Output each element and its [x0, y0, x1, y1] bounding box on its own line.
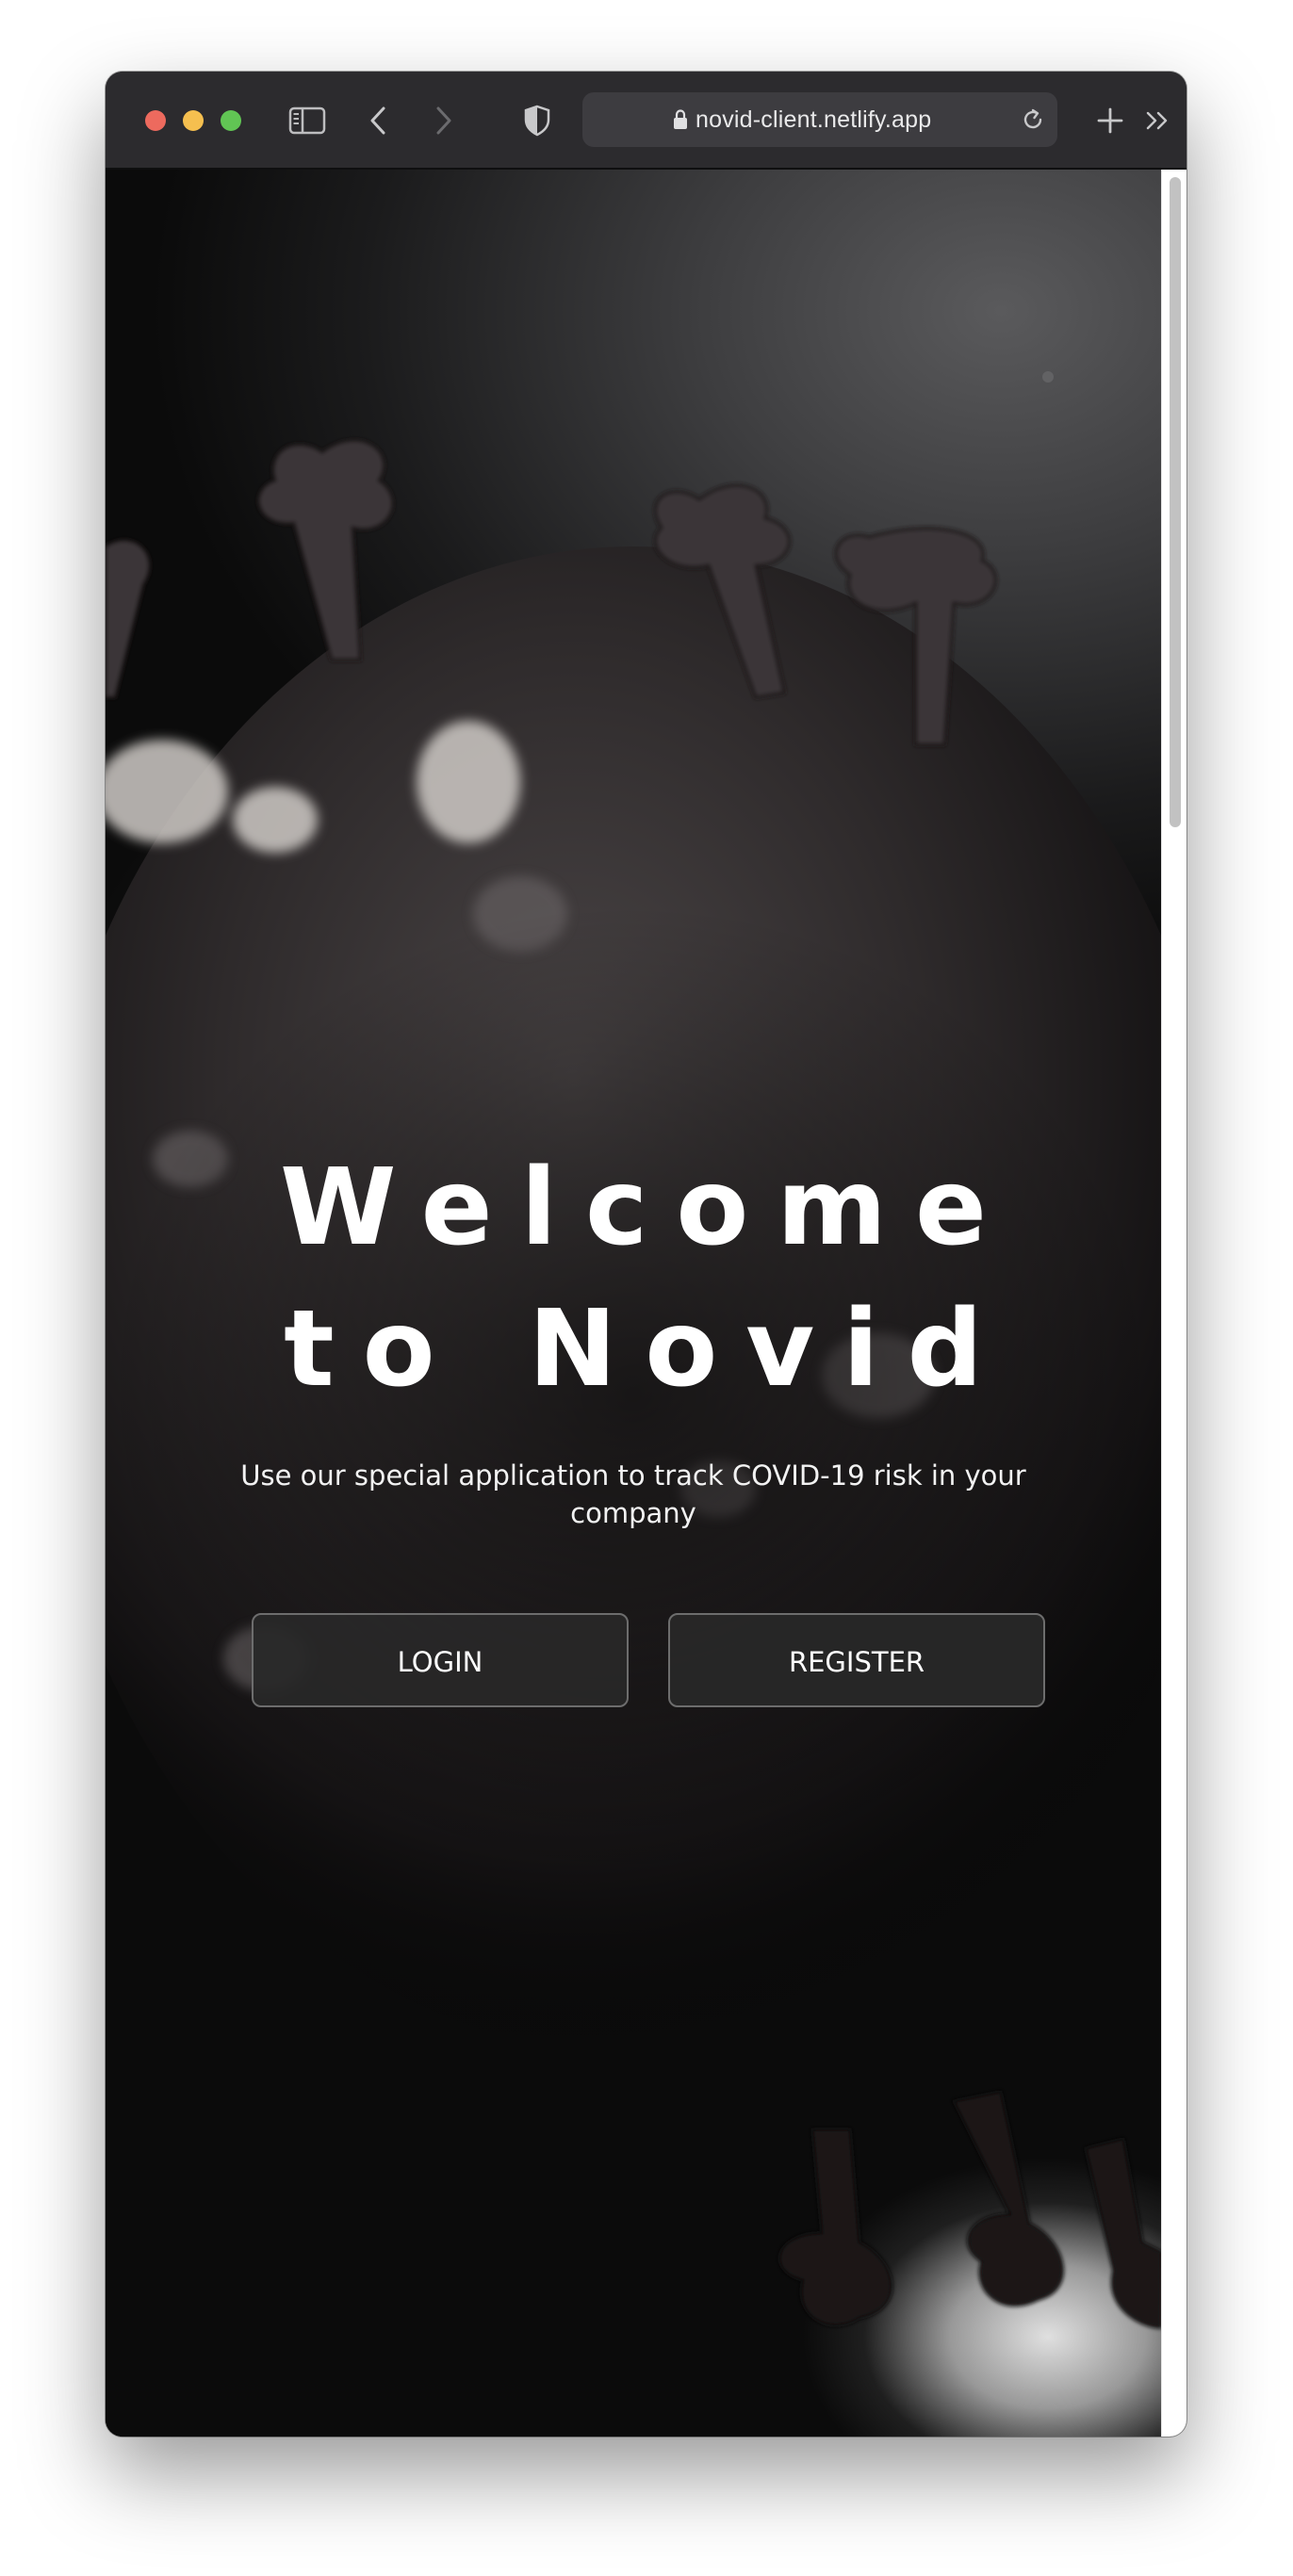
minimize-window-button[interactable] [183, 110, 204, 131]
login-button[interactable]: LOGIN [252, 1613, 629, 1707]
close-window-button[interactable] [145, 110, 166, 131]
hero-title-line-1: Welcome [280, 1147, 1015, 1269]
vertical-scrollbar[interactable] [1161, 170, 1187, 2437]
browser-toolbar: novid-client.netlify.app [106, 72, 1187, 170]
scrollbar-thumb[interactable] [1170, 177, 1181, 827]
sidebar-icon[interactable] [285, 98, 330, 143]
hero-subtitle: Use our special application to track COV… [240, 1459, 1026, 1529]
reload-icon[interactable] [1020, 106, 1046, 137]
lock-icon [673, 109, 688, 134]
double-chevron-right-icon[interactable] [1135, 98, 1180, 143]
hero-title-line-2: to Novid [284, 1288, 1011, 1410]
plus-icon[interactable] [1088, 98, 1133, 143]
shield-icon[interactable] [515, 98, 560, 143]
address-bar[interactable]: novid-client.netlify.app [582, 92, 1057, 147]
maximize-window-button[interactable] [221, 110, 241, 131]
url-text: novid-client.netlify.app [696, 106, 932, 133]
chevron-right-icon[interactable] [420, 98, 466, 143]
browser-window: novid-client.netlify.app Welcome to Novi… [106, 72, 1187, 2437]
chevron-left-icon[interactable] [356, 98, 401, 143]
register-button[interactable]: REGISTER [668, 1613, 1045, 1707]
page-content: Welcome to Novid Use our special applica… [106, 170, 1161, 2437]
